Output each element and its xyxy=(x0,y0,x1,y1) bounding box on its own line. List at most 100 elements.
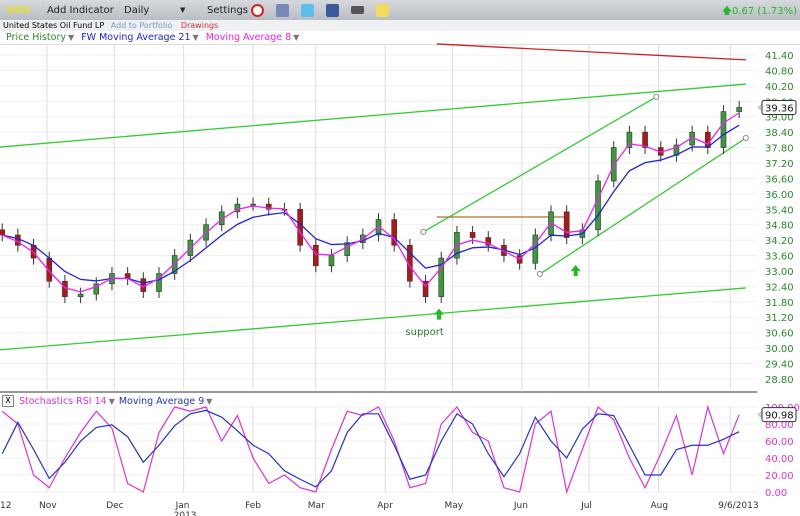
chart-canvas[interactable]: 41.40 40.80 40.20 39.60 39.00 38.40 37.80 37.20… xyxy=(0,0,800,516)
add-indicator-button[interactable]: Add Indicator xyxy=(47,5,115,16)
up-arrow-icon: 🡅 xyxy=(721,6,732,17)
candle xyxy=(77,293,84,297)
candle xyxy=(657,147,664,156)
x-tick-label: Apr xyxy=(377,501,393,511)
chevron-down-icon[interactable]: ▼ xyxy=(68,33,74,42)
candle xyxy=(203,224,209,241)
candle xyxy=(171,255,178,274)
up-arrow-icon xyxy=(570,264,581,276)
price-tick-label: 37.20 xyxy=(765,159,794,170)
ma8-line xyxy=(1,112,740,293)
price-tick-label: 34.20 xyxy=(765,236,794,247)
candle xyxy=(328,255,335,267)
book-icon[interactable] xyxy=(276,3,289,17)
trendline xyxy=(0,287,746,351)
candle xyxy=(532,234,539,264)
legend-ma8[interactable]: Moving Average 8 xyxy=(206,32,291,43)
price-tick-label: 31.20 xyxy=(765,313,794,324)
price-tick-label: 29.40 xyxy=(765,360,794,371)
candle xyxy=(360,234,366,243)
legend-price-history[interactable]: Price History xyxy=(6,32,66,43)
candle xyxy=(250,203,256,206)
price-change: 🡅0.67 (1.73%) xyxy=(722,4,797,21)
last-stoch-marker xyxy=(757,410,762,419)
price-tick-label: 33.60 xyxy=(765,252,794,263)
facebook-icon[interactable] xyxy=(326,3,339,17)
price-tick-label: 30.00 xyxy=(765,344,794,355)
price-tick-label: 39.60 xyxy=(765,97,794,108)
candle xyxy=(46,257,53,282)
price-tick-label: 36.60 xyxy=(765,174,794,185)
candle xyxy=(548,211,554,236)
candle xyxy=(422,280,429,297)
price-tick-label: 34.80 xyxy=(765,221,794,232)
candle xyxy=(563,211,570,238)
chevron-down-icon[interactable]: ▼ xyxy=(109,397,115,406)
up-arrow-icon xyxy=(434,308,444,320)
sticky-note-icon[interactable] xyxy=(376,3,389,17)
candle xyxy=(469,232,476,238)
camera-icon[interactable] xyxy=(351,6,364,14)
change-value: 0.67 (1.73%) xyxy=(731,6,797,17)
trendline-handle xyxy=(536,271,543,278)
trendline xyxy=(0,83,746,148)
interval-select[interactable]: Daily xyxy=(124,5,180,16)
trendline-handle xyxy=(420,228,427,235)
last-price-box xyxy=(761,99,797,115)
chevron-down-icon[interactable]: ▼ xyxy=(180,6,198,14)
price-tick-label: 28.80 xyxy=(765,375,794,386)
stoch-tick-label: 60.00 xyxy=(765,437,794,448)
trendline xyxy=(539,137,747,275)
alarm-clock-icon[interactable] xyxy=(251,3,264,17)
chevron-down-icon[interactable]: ▼ xyxy=(206,397,212,406)
price-tick-label: 33.00 xyxy=(765,267,794,278)
chevron-down-icon[interactable]: ▼ xyxy=(293,33,299,42)
stoch-rsi-line xyxy=(1,404,740,495)
candle xyxy=(720,111,727,148)
candle xyxy=(124,273,131,279)
stoch-ma-line xyxy=(1,409,740,488)
settings-button[interactable]: Settings xyxy=(207,5,251,16)
candle xyxy=(30,244,37,259)
legend-ma21[interactable]: FW Moving Average 21 xyxy=(81,32,190,43)
candle xyxy=(579,229,586,238)
legend-stoch-ma[interactable]: Moving Average 9 xyxy=(119,396,204,407)
x-tick-label: Dec xyxy=(106,501,123,511)
price-tick-label: 39.00 xyxy=(765,113,794,124)
candle xyxy=(297,208,303,246)
close-indicator-button[interactable]: X xyxy=(2,395,14,407)
price-tick-label: 41.40 xyxy=(765,51,794,62)
candle xyxy=(281,208,288,211)
candle xyxy=(375,219,382,236)
stoch-tick-label: 100.00 xyxy=(765,403,800,414)
toolbar: USO Add Indicator Daily ▼ Settings 🡅0.67… xyxy=(0,0,800,20)
drawings-link[interactable]: Drawings xyxy=(181,21,218,30)
candle xyxy=(187,239,194,256)
candle xyxy=(391,219,398,246)
last-stoch-label: 90.98 xyxy=(765,411,794,422)
last-stoch-box xyxy=(761,407,797,423)
support-label: support xyxy=(405,327,443,338)
add-to-portfolio-link[interactable]: Add to Portfolio xyxy=(111,21,173,30)
legend-stoch-rsi[interactable]: Stochastics RSI 14 xyxy=(19,396,107,407)
candle xyxy=(156,273,162,292)
candle xyxy=(344,242,350,256)
chevron-down-icon[interactable]: ▼ xyxy=(193,33,199,42)
candle xyxy=(15,234,21,246)
symbol-label[interactable]: USO xyxy=(6,5,38,16)
candle xyxy=(438,257,445,297)
trendline-handle xyxy=(653,93,660,100)
twitter-icon[interactable] xyxy=(301,3,314,17)
x-tick-label: Nov xyxy=(39,501,57,511)
divider xyxy=(119,2,120,18)
stoch-tick-label: 20.00 xyxy=(765,471,794,482)
price-tick-label: 40.20 xyxy=(765,82,794,93)
candle xyxy=(689,131,695,146)
trendline xyxy=(422,96,657,233)
stoch-tick-label: 40.00 xyxy=(765,454,794,465)
candle xyxy=(595,180,601,231)
x-tick-label: May xyxy=(444,501,463,511)
stoch-tick-label: 80.00 xyxy=(765,420,794,431)
candle xyxy=(312,244,319,267)
candle xyxy=(704,131,711,148)
